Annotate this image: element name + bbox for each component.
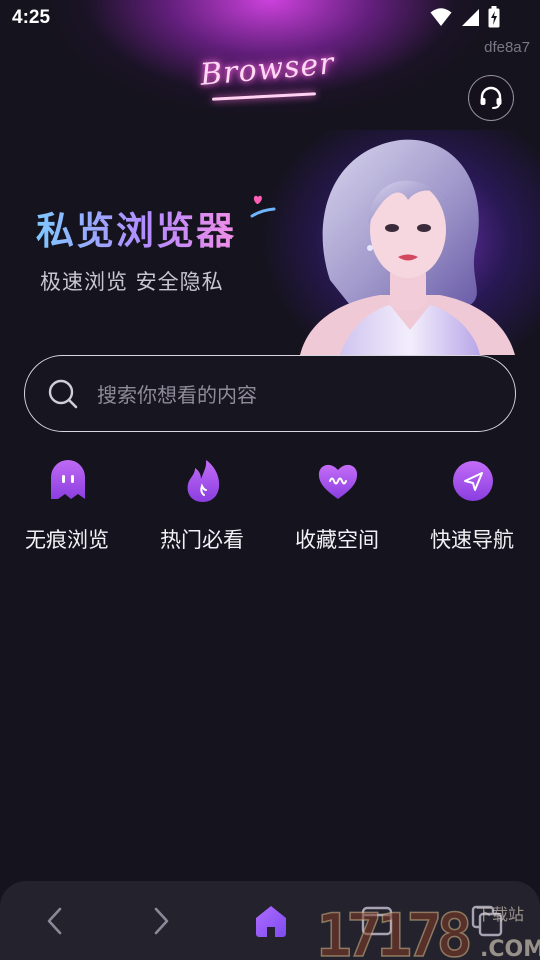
browser-home-screen: 4:25 dfe8a7 Browser 私览浏览器 极速浏览 安全隐私 搜索你想… bbox=[0, 0, 540, 960]
forward-icon bbox=[154, 907, 169, 935]
heart-decoration-icon bbox=[250, 195, 276, 218]
search-icon bbox=[48, 379, 78, 408]
search-placeholder[interactable]: 搜索你想看的内容 bbox=[97, 379, 257, 408]
battery-icon bbox=[488, 6, 500, 28]
quick-action-navigation[interactable]: 快速导航 bbox=[407, 455, 537, 565]
quick-action-label: 热门必看 bbox=[160, 528, 244, 552]
status-icons bbox=[430, 6, 500, 28]
quick-action-trending[interactable]: 热门必看 bbox=[137, 455, 267, 565]
back-button[interactable] bbox=[30, 899, 80, 943]
home-button[interactable] bbox=[246, 899, 296, 943]
quick-action-favorites[interactable]: 收藏空间 bbox=[272, 455, 402, 565]
watermark-tag: 下载站 bbox=[476, 905, 524, 924]
site-watermark: 17178 .COM 下载站 bbox=[316, 900, 540, 960]
watermark-number: 17178 bbox=[316, 901, 469, 960]
banner-subtitle: 极速浏览 安全隐私 bbox=[40, 270, 224, 294]
wifi-icon bbox=[430, 8, 452, 26]
device-id: dfe8a7 bbox=[484, 39, 530, 56]
search-bar[interactable]: 搜索你想看的内容 bbox=[24, 355, 516, 432]
customer-support-button[interactable] bbox=[468, 75, 514, 121]
ghost-icon bbox=[51, 460, 85, 499]
watermark-suffix: .COM bbox=[480, 937, 540, 960]
signal-icon bbox=[462, 9, 479, 26]
quick-action-label: 快速导航 bbox=[430, 528, 514, 552]
back-icon bbox=[47, 907, 62, 935]
navigation-icon bbox=[453, 461, 493, 501]
headset-icon bbox=[480, 86, 502, 109]
browser-logo: Browser bbox=[198, 46, 336, 93]
promo-banner[interactable]: 私览浏览器 极速浏览 安全隐私 bbox=[0, 130, 540, 355]
quick-action-label: 收藏空间 bbox=[295, 528, 379, 552]
flame-icon bbox=[187, 460, 220, 502]
quick-actions: 无痕浏览 热门必看 收藏空间 快速导航 bbox=[0, 455, 540, 565]
quick-action-incognito[interactable]: 无痕浏览 bbox=[2, 455, 132, 565]
quick-action-label: 无痕浏览 bbox=[25, 528, 109, 552]
home-icon bbox=[256, 906, 286, 937]
forward-button[interactable] bbox=[136, 899, 186, 943]
portrait-illustration bbox=[300, 139, 515, 355]
banner-title: 私览浏览器 bbox=[36, 200, 236, 255]
logo-underline bbox=[211, 92, 317, 101]
status-bar: 4:25 bbox=[0, 0, 540, 36]
status-time: 4:25 bbox=[12, 7, 51, 28]
heart-icon bbox=[318, 464, 358, 499]
